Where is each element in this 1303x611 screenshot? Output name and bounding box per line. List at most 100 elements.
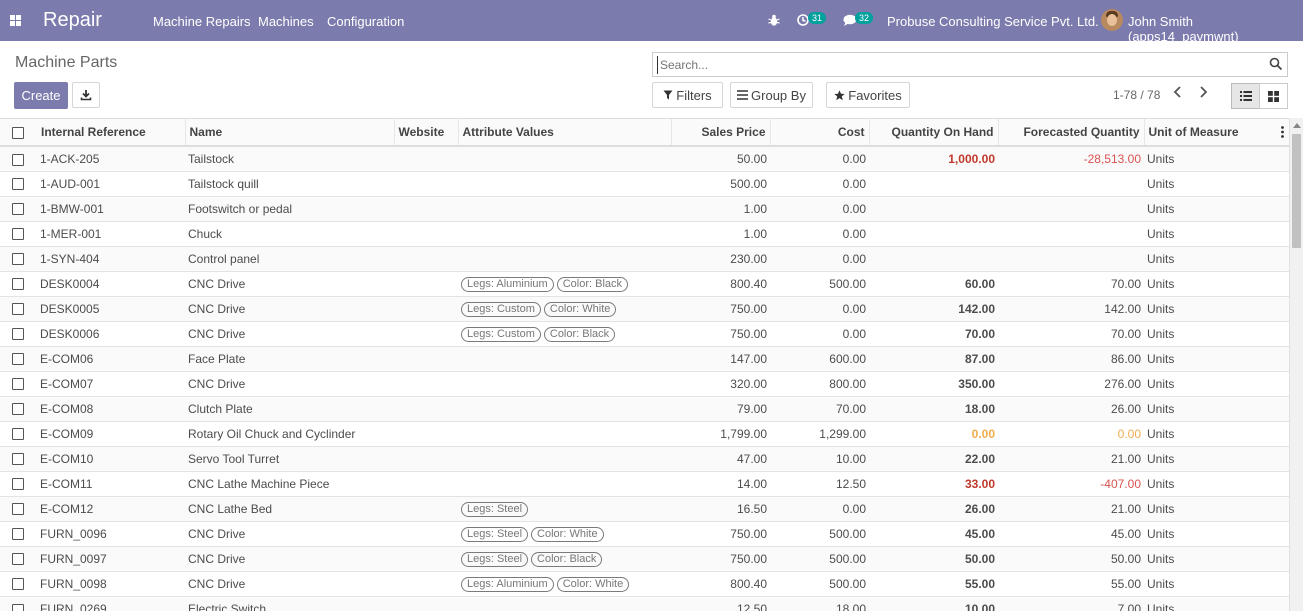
- col-header-unit-of-measure[interactable]: Unit of Measure: [1144, 119, 1289, 147]
- row-checkbox[interactable]: [12, 378, 24, 391]
- row-select-cell[interactable]: [0, 420, 37, 446]
- pager-next-button[interactable]: [1193, 85, 1213, 105]
- col-header-sales-price[interactable]: Sales Price: [671, 119, 771, 147]
- table-row[interactable]: 1-MER-001 Chuck 1.00 0.00 Units: [0, 220, 1289, 246]
- col-header-quantity-on-hand[interactable]: Quantity On Hand: [869, 119, 999, 147]
- create-button[interactable]: Create: [14, 82, 68, 109]
- col-header-attribute-values[interactable]: Attribute Values: [458, 119, 672, 147]
- table-row[interactable]: FURN_0097 CNC Drive Legs: Steel Color: Blac…: [0, 545, 1289, 571]
- col-header-cost[interactable]: Cost: [770, 119, 870, 147]
- row-checkbox[interactable]: [12, 253, 24, 266]
- row-select-cell[interactable]: [0, 145, 37, 171]
- table-row[interactable]: E-COM12 CNC Lathe Bed Legs: Steel 16.50 0.00…: [0, 495, 1289, 521]
- attribute-tag: Color: White: [556, 576, 630, 592]
- row-select-cell[interactable]: [0, 395, 37, 421]
- bug-icon[interactable]: [768, 14, 780, 27]
- scroll-thumb[interactable]: [1292, 134, 1301, 248]
- table-row[interactable]: FURN_0098 CNC Drive Legs: Aluminium Color: …: [0, 570, 1289, 596]
- row-select-cell[interactable]: [0, 520, 37, 546]
- select-all-cell[interactable]: [0, 119, 37, 147]
- table-row[interactable]: E-COM10 Servo Tool Turret 47.00 10.00 22.00 2…: [0, 445, 1289, 471]
- row-select-cell[interactable]: [0, 220, 37, 246]
- cell-cost: 800.00: [770, 370, 869, 396]
- pager-previous-button[interactable]: [1168, 85, 1188, 105]
- row-checkbox[interactable]: [12, 428, 24, 441]
- row-checkbox[interactable]: [12, 353, 24, 366]
- row-checkbox[interactable]: [12, 203, 24, 216]
- row-select-cell[interactable]: [0, 320, 37, 346]
- search-input[interactable]: [657, 56, 1257, 74]
- kanban-view-button[interactable]: [1259, 83, 1288, 109]
- cell-website: [394, 570, 458, 596]
- table-row[interactable]: E-COM06 Face Plate 147.00 600.00 87.00 86.00 U…: [0, 345, 1289, 371]
- user-menu[interactable]: John Smith (apps14_paymwnt): [1128, 14, 1303, 44]
- table-row[interactable]: 1-ACK-205 Tailstock 50.00 0.00 1,000.00 -28,5…: [0, 145, 1289, 171]
- col-header-name[interactable]: Name: [185, 119, 395, 147]
- row-checkbox[interactable]: [12, 303, 24, 316]
- user-avatar[interactable]: [1101, 9, 1123, 31]
- row-select-cell[interactable]: [0, 270, 37, 296]
- favorites-button[interactable]: Favorites: [826, 82, 910, 108]
- optional-columns-icon[interactable]: [1281, 126, 1284, 138]
- row-select-cell[interactable]: [0, 470, 37, 496]
- row-select-cell[interactable]: [0, 570, 37, 596]
- row-select-cell[interactable]: [0, 245, 37, 271]
- menu-machine-repairs[interactable]: Machine Repairs: [153, 14, 251, 29]
- menu-machines[interactable]: Machines: [258, 14, 314, 29]
- table-row[interactable]: 1-BMW-001 Footswitch or pedal 1.00 0.00 Unit…: [0, 195, 1289, 221]
- pager-value[interactable]: 1-78 / 78: [1113, 88, 1160, 102]
- row-checkbox[interactable]: [12, 178, 24, 191]
- row-checkbox[interactable]: [12, 228, 24, 241]
- table-row[interactable]: E-COM07 CNC Drive 320.00 800.00 350.00 276.00…: [0, 370, 1289, 396]
- row-select-cell[interactable]: [0, 370, 37, 396]
- row-select-cell[interactable]: [0, 495, 37, 521]
- group-by-button[interactable]: Group By: [730, 82, 813, 108]
- company-switcher[interactable]: Probuse Consulting Service Pvt. Ltd.: [887, 14, 1099, 29]
- table-row[interactable]: FURN_0096 CNC Drive Legs: Steel Color: Whit…: [0, 520, 1289, 546]
- row-checkbox[interactable]: [12, 153, 24, 166]
- table-row[interactable]: DESK0005 CNC Drive Legs: Custom Color: Whit…: [0, 295, 1289, 321]
- row-select-cell[interactable]: [0, 445, 37, 471]
- row-checkbox[interactable]: [12, 503, 24, 516]
- cell-internal-reference: E-COM11: [37, 470, 185, 496]
- row-checkbox[interactable]: [12, 478, 24, 491]
- cell-name: CNC Drive: [185, 295, 394, 321]
- row-checkbox[interactable]: [12, 553, 24, 566]
- col-header-website[interactable]: Website: [394, 119, 459, 147]
- table-row[interactable]: DESK0004 CNC Drive Legs: Aluminium Color: B…: [0, 270, 1289, 296]
- table-row[interactable]: E-COM11 CNC Lathe Machine Piece 14.00 12.50…: [0, 470, 1289, 496]
- menu-configuration[interactable]: Configuration: [327, 14, 404, 29]
- app-brand[interactable]: Repair: [43, 9, 102, 32]
- cell-unit-of-measure: Units: [1144, 545, 1289, 571]
- row-checkbox[interactable]: [12, 453, 24, 466]
- row-select-cell[interactable]: [0, 595, 37, 611]
- table-row[interactable]: 1-SYN-404 Control panel 230.00 0.00 Units: [0, 245, 1289, 271]
- table-scrollbar[interactable]: [1289, 118, 1303, 611]
- export-button[interactable]: [72, 82, 100, 108]
- row-checkbox[interactable]: [12, 578, 24, 591]
- filters-button[interactable]: Filters: [652, 82, 723, 108]
- row-select-cell[interactable]: [0, 195, 37, 221]
- row-select-cell[interactable]: [0, 295, 37, 321]
- row-checkbox[interactable]: [12, 278, 24, 291]
- row-checkbox[interactable]: [12, 328, 24, 341]
- table-row[interactable]: FURN_0269 Electric Switch 12.50 18.00 10.00 7…: [0, 595, 1289, 611]
- table-row[interactable]: E-COM08 Clutch Plate 79.00 70.00 18.00 26.00 U…: [0, 395, 1289, 421]
- table-row[interactable]: E-COM09 Rotary Oil Chuck and Cyclinder 1,7…: [0, 420, 1289, 446]
- table-row[interactable]: DESK0006 CNC Drive Legs: Custom Color: Blac…: [0, 320, 1289, 346]
- table-row[interactable]: 1-AUD-001 Tailstock quill 500.00 0.00 Units: [0, 170, 1289, 196]
- row-checkbox[interactable]: [12, 403, 24, 416]
- row-checkbox[interactable]: [12, 603, 24, 611]
- list-view-button[interactable]: [1231, 83, 1260, 109]
- select-all-checkbox[interactable]: [12, 126, 24, 139]
- row-select-cell[interactable]: [0, 170, 37, 196]
- apps-menu-icon[interactable]: [10, 15, 21, 26]
- col-header-forecasted-quantity[interactable]: Forecasted Quantity: [998, 119, 1145, 147]
- row-select-cell[interactable]: [0, 545, 37, 571]
- scroll-up-arrow-icon[interactable]: [1293, 123, 1301, 128]
- col-header-internal-reference[interactable]: Internal Reference: [37, 119, 186, 147]
- row-select-cell[interactable]: [0, 345, 37, 371]
- row-checkbox[interactable]: [12, 528, 24, 541]
- page-title[interactable]: Machine Parts: [15, 54, 117, 72]
- search-icon[interactable]: [1269, 57, 1283, 71]
